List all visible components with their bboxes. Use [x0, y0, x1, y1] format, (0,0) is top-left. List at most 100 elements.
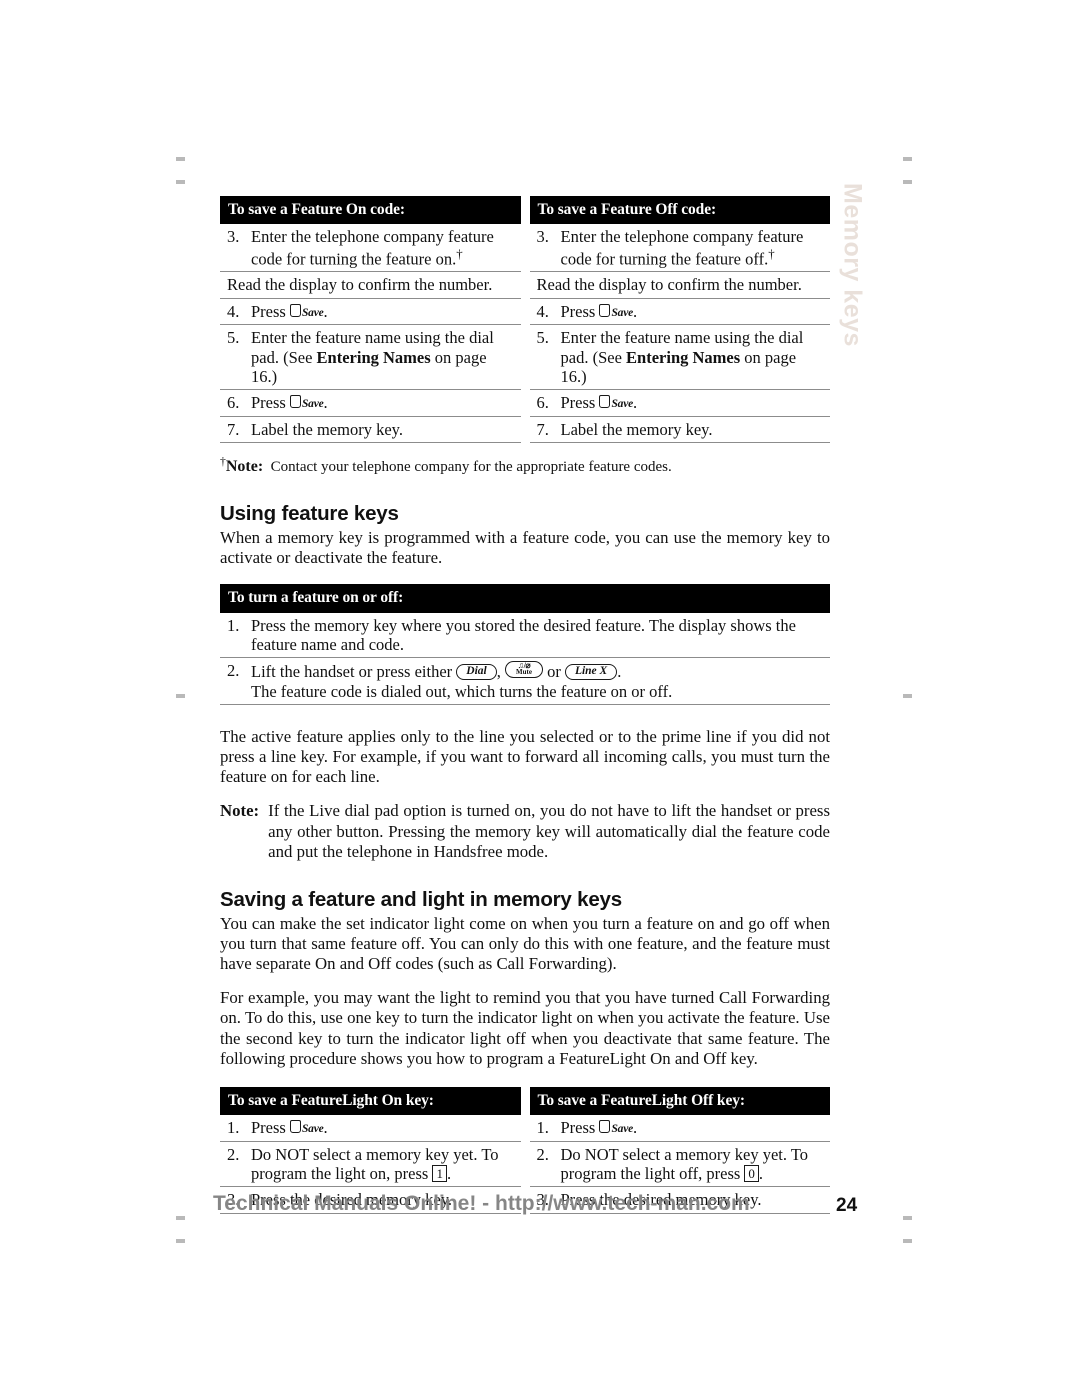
step-text: Press Save. [561, 393, 831, 412]
step-number: 4. [227, 301, 240, 321]
section-title-using-feature-keys: Using feature keys [220, 502, 399, 526]
dagger-marker: † [456, 246, 463, 261]
table-row: 3. Enter the telephone company feature c… [529, 224, 831, 273]
handsfree-mute-key-icon: ♫/⌀ Mute [504, 661, 543, 679]
table-row: Read the display to confirm the number. [529, 272, 830, 299]
digit-key-icon-1: 1 [432, 1165, 447, 1183]
table-row: 6. Press Save. [220, 390, 521, 417]
step-number: 5. [536, 328, 549, 348]
dagger-marker: † [768, 246, 775, 261]
step-text-tail: . [633, 301, 638, 321]
step-text: Lift the handset or press either Dial, ♫… [251, 661, 830, 701]
step-number: 3. [227, 227, 240, 247]
step-text-body: Press [560, 301, 600, 321]
table-row: 4. Press Save. [529, 299, 830, 326]
table-row: 7. Label the memory key. [220, 417, 521, 443]
feature-code-table: To save a Feature On code: 3. Enter the … [220, 196, 830, 443]
save-key-icon: Save [289, 392, 324, 411]
page-number: 24 [836, 1195, 858, 1216]
save-key-icon: Save [599, 1117, 633, 1136]
side-tab: Memory keys [831, 183, 873, 373]
step-text-body: Press [251, 301, 290, 321]
step-number: 2. [227, 661, 240, 681]
table-row: 1. Press Save. [220, 1115, 521, 1142]
table-row: 6. Press Save. [529, 390, 831, 417]
save-key-icon: Save [599, 301, 633, 320]
table-row: 5. Enter the feature name using the dial… [529, 325, 830, 391]
paragraph-indicator-light: You can make the set indicator light com… [220, 913, 830, 974]
table-row: Read the display to confirm the number. [220, 272, 521, 299]
save-key-label: Save [301, 398, 324, 411]
table-header: To save a Feature Off code: [529, 196, 830, 225]
save-key-label: Save [611, 306, 634, 319]
step-text: Press Save. [251, 393, 521, 412]
step-text-line2: The feature code is dialed out, which tu… [251, 681, 673, 701]
step-text-tail: . [323, 1118, 328, 1138]
footer-watermark-text: Technical Manuals Online! - http://www.t… [213, 1192, 750, 1215]
step-text-body: Press [251, 1118, 290, 1138]
step-number: 1. [227, 615, 240, 635]
note-live-dial-pad: Note: If the Live dial pad option is tur… [220, 801, 830, 861]
table-row: 5. Enter the feature name using the dial… [220, 325, 521, 391]
table-row: 3. Enter the telephone company feature c… [220, 224, 521, 273]
table-row: 2. Lift the handset or press either Dial… [220, 658, 830, 705]
crop-mark [176, 1239, 185, 1243]
step-number: 1. [536, 1118, 549, 1138]
key-cap-shape [599, 395, 611, 409]
feature-on-code-column: To save a Feature On code: 3. Enter the … [220, 196, 521, 443]
step-text: Do NOT select a memory key yet. To progr… [561, 1145, 831, 1184]
cross-reference-bold: Entering Names [316, 347, 431, 367]
save-key-label: Save [611, 1123, 634, 1136]
save-key-icon: Save [289, 1117, 324, 1136]
line-key-icon: Line X [564, 664, 618, 681]
turn-feature-on-off-table: To turn a feature on or off: 1. Press th… [220, 584, 830, 705]
save-key-icon: Save [289, 301, 324, 320]
step-text-tail: . [617, 662, 622, 682]
step-text: Enter the telephone company feature code… [561, 227, 831, 268]
step-number: 1. [227, 1118, 240, 1138]
step-text: Do NOT select a memory key yet. To progr… [251, 1145, 521, 1184]
step-text-tail: . [446, 1164, 452, 1184]
main-content: To save a Feature On code: 3. Enter the … [220, 196, 830, 1214]
step-text-body: Press [251, 393, 290, 413]
dial-key-icon: Dial [456, 664, 497, 681]
step-text: Label the memory key. [560, 419, 713, 439]
mute-label: Mute [515, 668, 532, 677]
crop-mark [903, 694, 912, 698]
crop-mark [176, 694, 185, 698]
crop-mark [176, 180, 185, 184]
table-header: To save a Feature On code: [220, 196, 521, 225]
crop-mark [903, 157, 912, 161]
step-text-tail: . [323, 393, 328, 413]
step-number: 6. [227, 393, 240, 413]
step-text: Press Save. [251, 302, 521, 321]
feature-off-code-column: To save a Feature Off code: 3. Enter the… [529, 196, 831, 443]
key-cap-shape [289, 1120, 301, 1134]
save-key-label: Save [301, 306, 324, 319]
step-text: Enter the feature name using the dial pa… [251, 328, 521, 386]
step-number: 2. [536, 1144, 549, 1164]
cross-reference-bold: Entering Names [626, 347, 741, 367]
table-row: 1. Press the memory key where you stored… [220, 613, 830, 659]
table-row: 2. Do NOT select a memory key yet. To pr… [220, 1142, 521, 1188]
table-header: To save a FeatureLight Off key: [529, 1086, 830, 1116]
table-row: 2. Do NOT select a memory key yet. To pr… [529, 1142, 831, 1188]
step-number: 2. [227, 1144, 240, 1164]
step-text-tail: . [633, 393, 638, 413]
key-cap-shape [289, 303, 301, 317]
step-text: Press the memory key where you stored th… [251, 615, 796, 655]
table-row: 1. Press Save. [529, 1115, 830, 1142]
step-number: 5. [227, 328, 240, 348]
step-number: 3. [536, 227, 549, 247]
step-text-separator: , [496, 662, 505, 682]
step-text-body: Press [560, 1118, 600, 1138]
dagger-footnote: †Note: Contact your telephone company fo… [220, 455, 830, 476]
paragraph-active-feature: The active feature applies only to the l… [220, 726, 830, 787]
step-text-body: Do NOT select a memory key yet. To progr… [251, 1144, 499, 1184]
footnote-label: Note: [225, 457, 264, 475]
step-text-tail: . [758, 1164, 764, 1184]
save-key-icon: Save [599, 392, 633, 411]
crop-mark [176, 157, 185, 161]
step-text: Read the display to confirm the number. [536, 275, 802, 295]
step-number: 7. [227, 419, 240, 439]
